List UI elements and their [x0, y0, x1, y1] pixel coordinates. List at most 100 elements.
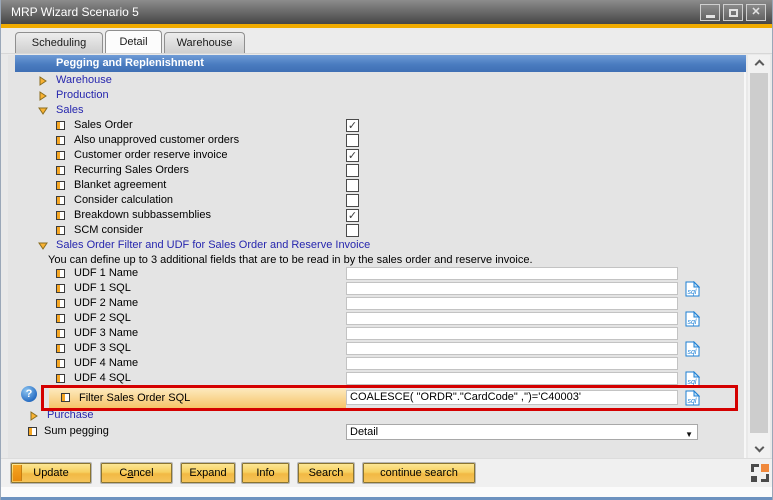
udf-row: UDF 4 Name [8, 356, 746, 371]
option-row: Blanket agreement [8, 178, 746, 193]
tree-node-warehouse[interactable]: Warehouse [8, 73, 746, 88]
tree-node-production[interactable]: Production [8, 88, 746, 103]
chevron-up-icon [754, 60, 764, 70]
leaf-icon [56, 314, 65, 323]
chevron-down-icon [754, 443, 764, 453]
checkbox[interactable] [346, 224, 359, 237]
checkbox[interactable] [346, 134, 359, 147]
checkbox[interactable] [346, 179, 359, 192]
leaf-icon [56, 329, 65, 338]
checkbox[interactable] [346, 194, 359, 207]
tab-detail[interactable]: Detail [105, 30, 162, 53]
checkbox[interactable]: ✓ [346, 119, 359, 132]
udf-2-sql-input[interactable] [346, 312, 678, 325]
red-annotation-border: Filter Sales Order SQL COALESCE( "ORDR".… [41, 385, 738, 411]
udf-4-name-input[interactable] [346, 357, 678, 370]
leaf-icon [56, 344, 65, 353]
leaf-icon [56, 121, 65, 130]
svg-text:sql: sql [688, 398, 697, 405]
continue-search-button[interactable]: continue search [363, 463, 475, 483]
scroll-down-button[interactable] [748, 441, 770, 458]
sql-editor-icon[interactable]: sql [685, 311, 700, 327]
window-title: MRP Wizard Scenario 5 [1, 5, 139, 19]
info-button[interactable]: Info [242, 463, 289, 483]
option-row: Recurring Sales Orders [8, 163, 746, 178]
checkbox[interactable] [346, 164, 359, 177]
leaf-icon [56, 226, 65, 235]
section-header: Pegging and Replenishment [15, 55, 746, 72]
udf-row: UDF 1 SQL sql [8, 281, 746, 296]
leaf-icon [56, 166, 65, 175]
button-bar: Update Cancel Expand Info Search continu… [1, 458, 772, 487]
udf-row: UDF 1 Name [8, 266, 746, 281]
option-row: SCM consider [8, 223, 746, 238]
maximize-button[interactable] [723, 4, 743, 21]
default-button-stripe [13, 465, 22, 481]
sql-editor-icon[interactable]: sql [685, 390, 700, 406]
detail-panel: Pegging and Replenishment Warehouse Prod… [8, 55, 746, 458]
filter-sales-order-sql-input[interactable]: COALESCE( "ORDR"."CardCode" ,'')='C40003… [346, 390, 678, 405]
udf-1-name-input[interactable] [346, 267, 678, 280]
collapsed-arrow-icon[interactable] [38, 76, 48, 86]
tree-node-udf-section[interactable]: Sales Order Filter and UDF for Sales Ord… [8, 238, 746, 253]
expanded-arrow-icon[interactable] [38, 241, 48, 251]
resize-grip-icon[interactable] [751, 464, 769, 482]
minimize-icon [706, 15, 715, 18]
option-row: Consider calculation [8, 193, 746, 208]
sql-editor-icon[interactable]: sql [685, 281, 700, 297]
sum-pegging-row: Sum pegging Detail ▼ [8, 424, 746, 440]
minimize-button[interactable] [700, 4, 720, 21]
leaf-icon [56, 299, 65, 308]
sql-editor-icon[interactable]: sql [685, 341, 700, 357]
udf-3-sql-input[interactable] [346, 342, 678, 355]
tab-scheduling[interactable]: Scheduling [15, 32, 103, 53]
mrp-wizard-window: MRP Wizard Scenario 5 ✕ Scheduling Detai… [0, 0, 773, 500]
search-button[interactable]: Search [298, 463, 354, 483]
udf-3-name-input[interactable] [346, 327, 678, 340]
expand-button[interactable]: Expand [181, 463, 235, 483]
expanded-arrow-icon[interactable] [38, 106, 48, 116]
udf-row: UDF 3 SQL sql [8, 341, 746, 356]
scrollbar-thumb[interactable] [750, 73, 768, 433]
update-button[interactable]: Update [11, 463, 91, 483]
option-row: Breakdown subbassemblies ✓ [8, 208, 746, 223]
leaf-icon [28, 427, 37, 436]
scroll-up-button[interactable] [748, 55, 770, 72]
chevron-down-icon: ▼ [685, 428, 693, 442]
udf-row: UDF 2 SQL sql [8, 311, 746, 326]
leaf-icon [56, 196, 65, 205]
tab-bar: Scheduling Detail Warehouse [1, 28, 772, 54]
option-row: Customer order reserve invoice ✓ [8, 148, 746, 163]
leaf-icon [56, 374, 65, 383]
udf-2-name-input[interactable] [346, 297, 678, 310]
leaf-icon [56, 269, 65, 278]
leaf-icon [56, 284, 65, 293]
maximize-icon [729, 9, 738, 17]
close-icon: ✕ [751, 7, 760, 18]
udf-4-sql-input[interactable] [346, 372, 678, 385]
svg-text:sql: sql [688, 319, 697, 326]
leaf-icon [56, 151, 65, 160]
option-row: Sales Order ✓ [8, 118, 746, 133]
window-controls: ✕ [700, 4, 766, 21]
collapsed-arrow-icon[interactable] [38, 91, 48, 101]
svg-text:sql: sql [688, 289, 697, 296]
cancel-button[interactable]: Cancel [101, 463, 172, 483]
udf-1-sql-input[interactable] [346, 282, 678, 295]
status-strip [1, 487, 772, 497]
checkbox[interactable]: ✓ [346, 209, 359, 222]
collapsed-arrow-icon[interactable] [29, 411, 39, 421]
sum-pegging-select[interactable]: Detail ▼ [346, 424, 698, 440]
vertical-scrollbar[interactable] [748, 55, 770, 458]
udf-row: UDF 2 Name [8, 296, 746, 311]
option-row: Also unapproved customer orders [8, 133, 746, 148]
close-button[interactable]: ✕ [746, 4, 766, 21]
udf-row: UDF 4 SQL sql [8, 371, 746, 386]
checkbox[interactable]: ✓ [346, 149, 359, 162]
help-icon[interactable]: ? [21, 386, 37, 402]
udf-row: UDF 3 Name [8, 326, 746, 341]
tab-warehouse[interactable]: Warehouse [164, 32, 245, 53]
leaf-icon [56, 359, 65, 368]
tree-node-sales[interactable]: Sales [8, 103, 746, 118]
leaf-icon [56, 181, 65, 190]
